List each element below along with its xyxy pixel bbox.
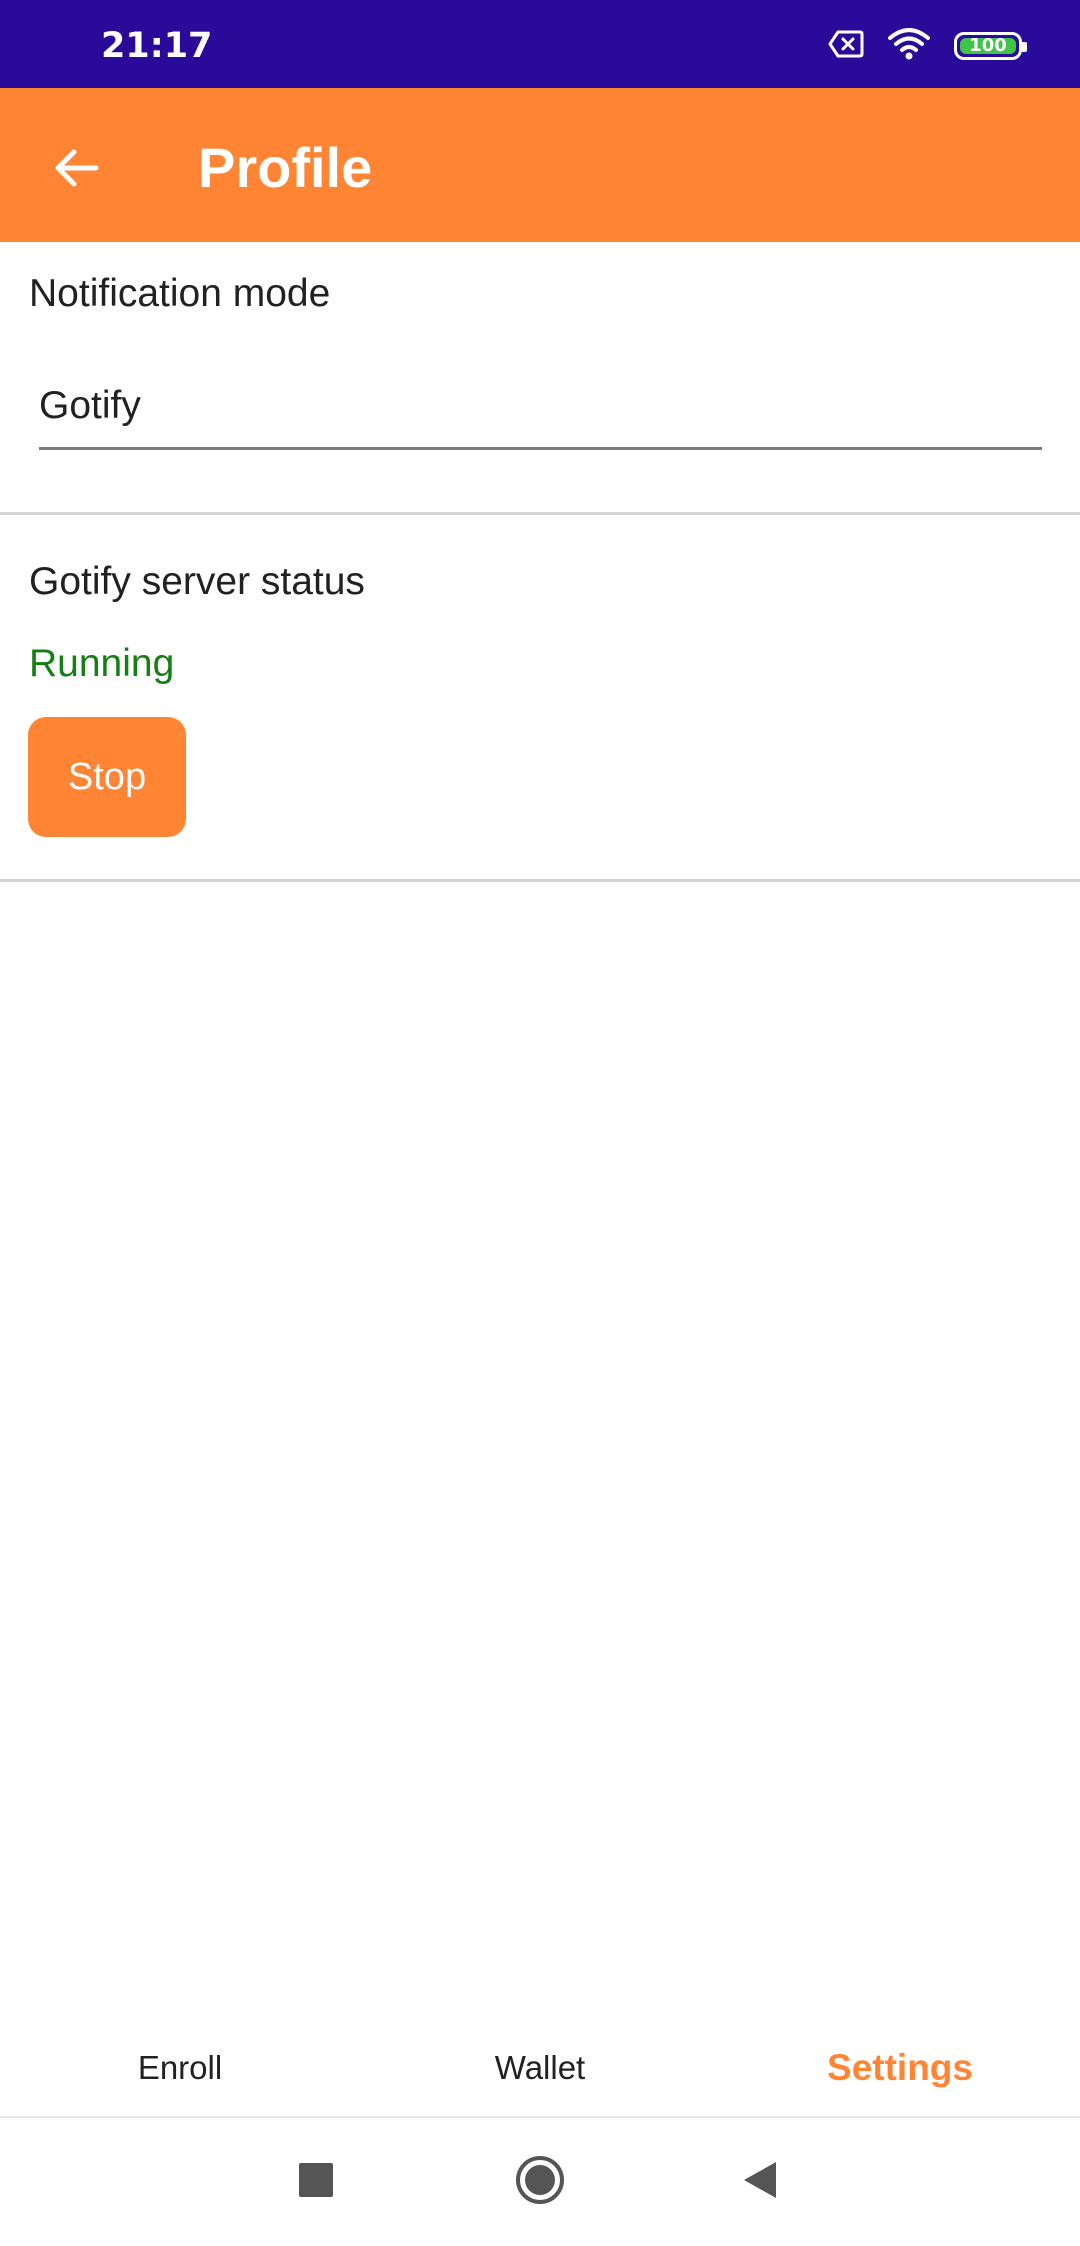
- battery-level: 100: [969, 35, 1007, 56]
- divider: [0, 879, 1080, 882]
- status-icons: 100: [828, 27, 1027, 65]
- tab-settings[interactable]: Settings: [720, 2020, 1080, 2116]
- stop-button[interactable]: Stop: [28, 717, 186, 837]
- notification-mode-select[interactable]: Gotify: [39, 372, 1042, 450]
- status-time: 21:17: [101, 26, 213, 66]
- tab-wallet[interactable]: Wallet: [360, 2020, 720, 2116]
- page-title: Profile: [198, 136, 373, 199]
- battery-icon: 100: [954, 32, 1027, 60]
- arrow-back-icon: [52, 144, 100, 197]
- bottom-tab-bar: Enroll Wallet Settings: [0, 2020, 1080, 2116]
- divider: [0, 512, 1080, 515]
- notification-mode-value: Gotify: [39, 384, 141, 427]
- status-bar: 21:17 100: [0, 0, 1080, 88]
- back-icon: [742, 2160, 778, 2205]
- system-nav-bar: [0, 2118, 1080, 2246]
- tab-enroll[interactable]: Enroll: [0, 2020, 360, 2116]
- battery-cap: [1022, 42, 1027, 52]
- recents-icon: [298, 2162, 334, 2203]
- home-button[interactable]: [508, 2150, 572, 2214]
- gotify-status-label: Gotify server status: [29, 560, 365, 603]
- app-bar: Profile: [0, 88, 1080, 242]
- server-status-text: Running: [29, 642, 175, 685]
- notification-mode-label: Notification mode: [29, 272, 331, 315]
- sim-disabled-icon: [828, 30, 864, 63]
- wifi-icon: [888, 27, 930, 65]
- back-button[interactable]: [36, 130, 116, 210]
- recents-button[interactable]: [284, 2150, 348, 2214]
- home-icon: [514, 2154, 566, 2211]
- back-nav-button[interactable]: [728, 2150, 792, 2214]
